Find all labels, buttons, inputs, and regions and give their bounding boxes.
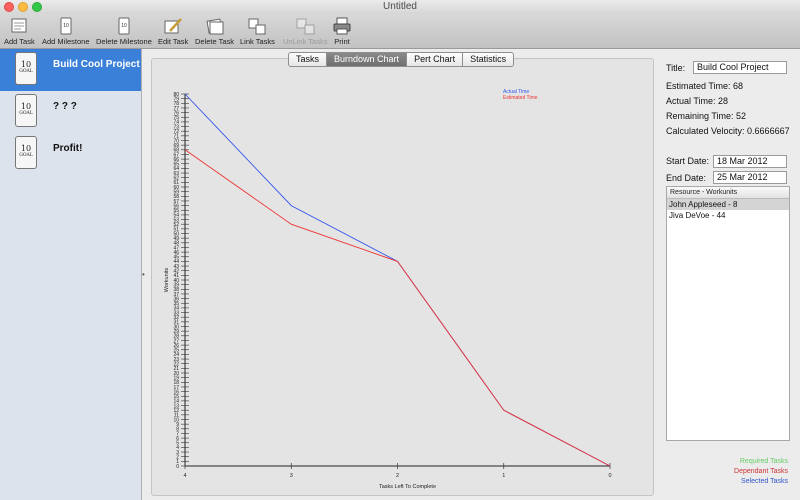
resource-table: Resource - Workunits John Appleseed - 8 … bbox=[666, 186, 790, 441]
remaining-time-text: Remaining Time: 52 bbox=[666, 111, 747, 121]
x-axis-label: Tasks Left To Complete bbox=[379, 484, 436, 490]
selected-tasks-legend: Selected Tasks bbox=[741, 478, 788, 485]
velocity-text: Calculated Velocity: 0.6666667 bbox=[666, 126, 790, 136]
resource-row[interactable]: Jiva DeVoe - 44 bbox=[667, 210, 789, 221]
legend-entry: Estimated Time bbox=[503, 95, 538, 101]
end-date-label: End Date: bbox=[666, 173, 707, 183]
actual-time-text: Actual Time: 28 bbox=[666, 96, 729, 106]
x-tick-label: 1 bbox=[502, 473, 505, 479]
title-label: Title: bbox=[666, 63, 686, 73]
y-axis-label: Workunits bbox=[164, 268, 170, 293]
start-date-field[interactable] bbox=[713, 155, 787, 168]
series-line bbox=[184, 93, 611, 467]
dependant-tasks-legend: Dependant Tasks bbox=[734, 468, 788, 475]
start-date-label: Start Date: bbox=[666, 156, 710, 166]
end-date-field[interactable] bbox=[713, 171, 787, 184]
x-tick-label: 0 bbox=[608, 473, 611, 479]
resource-row[interactable]: John Appleseed - 8 bbox=[667, 199, 789, 210]
x-tick-label: 3 bbox=[290, 473, 293, 479]
required-tasks-legend: Required Tasks bbox=[739, 458, 788, 465]
y-tick-label: 80 bbox=[173, 92, 179, 98]
x-tick-label: 2 bbox=[396, 473, 399, 479]
resource-table-header[interactable]: Resource - Workunits bbox=[667, 187, 789, 199]
estimated-time-text: Estimated Time: 68 bbox=[666, 81, 744, 91]
series-line bbox=[184, 149, 611, 467]
title-field[interactable] bbox=[693, 61, 787, 74]
x-tick-label: 4 bbox=[183, 473, 186, 479]
